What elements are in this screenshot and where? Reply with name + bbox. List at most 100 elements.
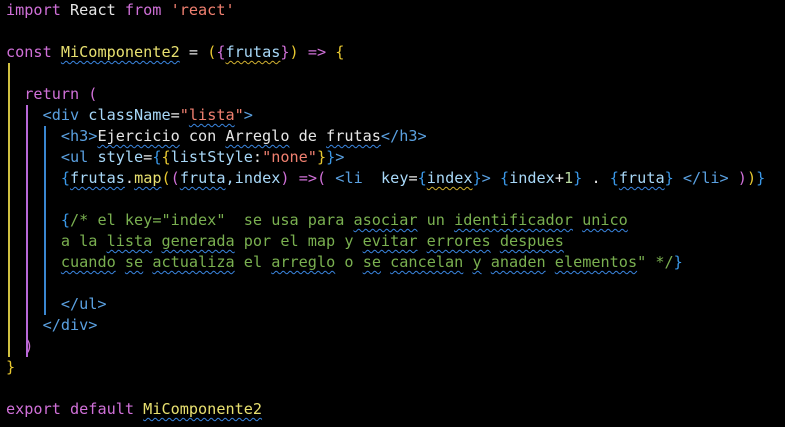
indent-guide	[44, 126, 46, 147]
indent-guide	[26, 252, 28, 273]
code-token: MiComponente2	[60, 43, 180, 61]
code-token: generada	[161, 232, 235, 250]
code-token: "	[179, 106, 189, 124]
code-token: =>	[289, 169, 317, 187]
indent-guide	[8, 336, 10, 357]
code-token: {	[335, 43, 345, 61]
code-line[interactable]: const MiComponente2 = ({frutas}) => {	[0, 42, 785, 63]
indent-guide	[44, 168, 46, 189]
indent-guide	[44, 273, 46, 294]
indent-guide	[8, 273, 10, 294]
code-token: actualiza	[152, 253, 235, 271]
indent-guide	[44, 189, 46, 210]
code-token: cancelan	[390, 253, 464, 271]
code-token: (	[207, 43, 217, 61]
code-token: style	[97, 148, 144, 166]
code-token: lista	[106, 232, 153, 250]
code-line[interactable]	[0, 189, 785, 210]
code-line[interactable]	[0, 273, 785, 294]
code-line[interactable]: return (	[0, 84, 785, 105]
code-token: >	[481, 169, 500, 187]
code-token: unico	[582, 211, 628, 229]
indent-guide	[26, 210, 28, 231]
code-line[interactable]: </ul>	[0, 294, 785, 315]
code-token: </li>	[673, 169, 738, 187]
code-token: =	[408, 169, 418, 187]
code-line[interactable]: import React from 'react'	[0, 0, 785, 21]
code-token: o	[335, 253, 363, 271]
code-token: y	[472, 253, 482, 271]
code-line[interactable]: }	[0, 357, 785, 378]
code-line[interactable]: )	[0, 336, 785, 357]
code-token: .	[582, 169, 610, 187]
code-token: </div>	[6, 316, 98, 334]
code-token: }	[280, 43, 290, 61]
code-token: identificador	[454, 211, 573, 229]
indent-guide	[26, 231, 28, 252]
code-token: lista	[188, 106, 235, 124]
indent-guide	[8, 189, 10, 210]
code-line[interactable]: <ul style={{listStyle:"none"}}>	[0, 147, 785, 168]
code-token: {	[417, 169, 427, 187]
code-token: frutas	[225, 43, 281, 61]
code-token: (	[317, 169, 327, 187]
code-token: map	[134, 169, 162, 187]
code-token: }	[316, 148, 327, 166]
code-token: {	[161, 148, 171, 166]
code-token: =	[170, 106, 180, 124]
code-token: Ejercicio	[97, 127, 180, 145]
indent-guide	[26, 147, 28, 168]
code-token: =	[143, 148, 153, 166]
code-token: con	[179, 127, 226, 145]
code-line[interactable]	[0, 21, 785, 42]
code-line[interactable]: {/* el key="index" se usa para asociar u…	[0, 210, 785, 231]
code-token: import	[6, 1, 71, 19]
indent-guide	[44, 147, 46, 168]
code-token: <ul	[6, 148, 98, 166]
indent-guide	[26, 273, 28, 294]
code-token: frutas	[70, 169, 125, 187]
code-line[interactable]: {frutas.map((fruta,index) =>( <li key={i…	[0, 168, 785, 189]
code-token: "	[234, 106, 244, 124]
code-token: =	[179, 43, 208, 61]
code-line[interactable]: </div>	[0, 315, 785, 336]
code-token: </h3>	[380, 127, 427, 145]
indent-guide	[8, 126, 10, 147]
indent-guide	[8, 105, 10, 126]
code-token: de	[289, 127, 327, 145]
code-token: <h3>	[6, 127, 98, 145]
code-token: {	[60, 211, 71, 229]
code-line[interactable]: cuando se actualiza el arreglo o se canc…	[0, 252, 785, 273]
code-token: React	[70, 1, 116, 19]
code-token: "none"	[262, 148, 317, 166]
code-token: arreglo	[271, 253, 336, 271]
indent-guide	[26, 168, 28, 189]
code-token: .	[124, 169, 135, 187]
code-token: /* el key="index" se usa para	[70, 211, 354, 229]
code-line[interactable]: export default MiComponente2	[0, 399, 785, 420]
code-token: un	[417, 211, 455, 229]
indent-guide	[8, 84, 10, 105]
code-token: const	[6, 43, 61, 61]
code-token: {	[499, 169, 510, 187]
code-line[interactable]: <h3>Ejercicio con Arreglo de frutas</h3>	[0, 126, 785, 147]
code-token: asociar	[353, 211, 418, 229]
code-token: }	[664, 169, 674, 187]
code-token: 'react'	[170, 1, 235, 19]
code-token: }	[326, 148, 336, 166]
code-line[interactable]	[0, 378, 785, 399]
code-editor[interactable]: import React from 'react' const MiCompone…	[0, 0, 785, 427]
indent-guide	[8, 315, 10, 336]
code-line[interactable]: <div className="lista">	[0, 105, 785, 126]
code-line[interactable]	[0, 63, 785, 84]
code-token: evitar	[362, 232, 418, 250]
indent-guide	[8, 210, 10, 231]
code-token: despues	[499, 232, 564, 250]
code-token: }	[573, 169, 583, 187]
code-line[interactable]: a la lista generada por el map y evitar …	[0, 231, 785, 252]
code-token: <	[6, 106, 52, 124]
indent-guide	[44, 210, 46, 231]
